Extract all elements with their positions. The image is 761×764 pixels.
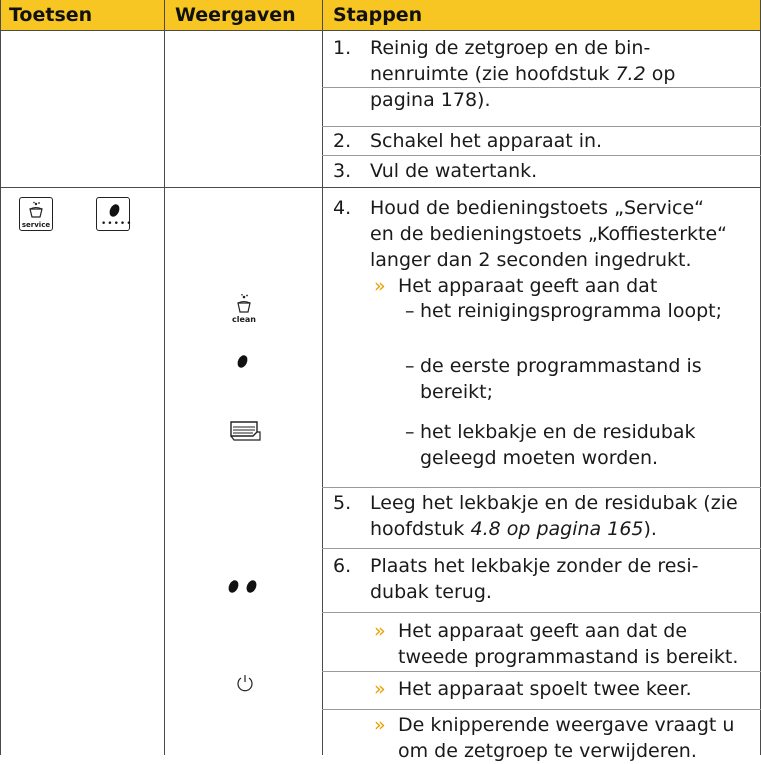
strength-dots-icon: ••••• (101, 219, 133, 229)
table-border-left (0, 0, 1, 755)
result-text: om de zetgroep te verwijderen. (398, 740, 697, 762)
sub-text: het reinigingsprogramma loopt; (420, 300, 722, 322)
result-text: Het apparaat spoelt twee keer. (398, 678, 692, 700)
sub-text: het lekbakje en de residubak (420, 421, 696, 443)
sub-dash: – (405, 421, 415, 443)
step-text: Leeg het lekbakje en de residubak (zie (370, 492, 738, 514)
result-arrow: » (374, 620, 386, 642)
step-number: 4. (333, 197, 352, 219)
row-divider-minor (322, 548, 761, 549)
row-divider-minor (322, 126, 761, 127)
sub-text: bereikt; (420, 381, 493, 403)
step-text: Reinig de zetgroep en de bin- (370, 37, 651, 59)
coffee-strength-key[interactable]: ••••• (96, 197, 133, 231)
result-text: Het apparaat geeft aan dat (398, 275, 658, 297)
step-text: en de bedieningstoets „Koffiesterkte“ (370, 223, 728, 245)
table-header: Toetsen Weergaven Stappen (0, 0, 761, 30)
result-arrow: » (374, 678, 386, 700)
step-text: Houd de bedieningstoets „Service“ (370, 197, 705, 219)
sub-text: geleegd moeten worden. (420, 447, 659, 469)
coffee-bean-display-icon (235, 353, 250, 370)
step-text: hoofdstuk 4.8 op pagina 165). (370, 518, 657, 540)
row-divider (0, 187, 761, 188)
row-divider-minor (322, 155, 761, 156)
result-text: tweede programmastand is bereikt. (398, 646, 739, 668)
step-text: Schakel het apparaat in. (370, 130, 603, 152)
step-text: Vul de watertank. (370, 160, 538, 182)
result-arrow: » (374, 275, 386, 297)
step-number: 5. (333, 492, 352, 514)
result-text: De knipperende weergave vraagt u (398, 714, 735, 736)
result-text: Het apparaat geeft aan dat de (398, 620, 688, 642)
row-divider (0, 30, 761, 31)
row-divider-minor (322, 671, 761, 672)
header-weergaven: Weergaven (175, 4, 296, 26)
step-text: langer dan 2 seconden ingedrukt. (370, 249, 692, 271)
sub-text: de eerste programmastand is (420, 355, 702, 377)
row-divider-minor (322, 709, 761, 710)
step-number: 1. (333, 37, 352, 59)
header-stappen: Stappen (333, 4, 423, 26)
step-text: pagina 178). (370, 89, 491, 111)
sub-dash: – (405, 355, 415, 377)
step-text: Plaats het lekbakje zonder de resi- (370, 555, 699, 577)
power-icon (237, 675, 253, 692)
coffee-bean-icon (107, 202, 122, 219)
clean-display-label: clean (231, 315, 256, 324)
row-divider-minor (322, 612, 761, 613)
step-text: nenruimte (zie hoofdstuk 7.2 op (370, 63, 676, 85)
header-toetsen: Toetsen (9, 4, 93, 26)
drip-tray-display-icon (230, 421, 261, 441)
service-key-label: service (21, 221, 51, 229)
step-number: 3. (333, 160, 352, 182)
step-text: dubak terug. (370, 581, 492, 603)
clean-display-icon (237, 294, 251, 313)
sub-dash: – (405, 300, 415, 322)
column-divider (164, 0, 165, 755)
row-divider-minor (322, 487, 761, 488)
cup-icon (29, 201, 43, 218)
coffee-bean-display-icon (244, 578, 259, 595)
result-arrow: » (374, 714, 386, 736)
column-divider (322, 0, 323, 755)
service-key[interactable]: service (19, 197, 53, 231)
step-number: 2. (333, 130, 352, 152)
coffee-bean-display-icon (226, 578, 241, 595)
step-number: 6. (333, 555, 352, 577)
